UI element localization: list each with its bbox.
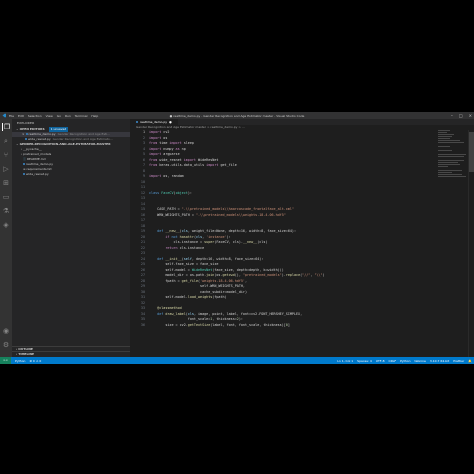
run-debug-icon[interactable]: ▷ [2,165,10,173]
testing-icon[interactable]: ⚗ [2,207,10,215]
close-icon[interactable]: × [469,113,472,118]
menu-help[interactable]: Help [89,114,100,118]
python-file-icon [25,133,28,135]
python-file-icon [23,173,25,175]
code-text: size = cv2.getTextSize(label, font, font… [149,322,290,327]
editor-scrollbar[interactable] [468,130,474,357]
remote-explorer-icon[interactable]: ▭ [2,193,10,201]
python-file-icon [136,121,138,123]
extensions-icon[interactable]: ⊞ [2,179,10,187]
account-icon[interactable]: ◉ [2,327,10,335]
source-control-icon[interactable]: ⑂ [2,151,10,159]
status-encoding[interactable]: UTF-8 [376,359,385,363]
menu-bar: File Edit Selection View Go Run Terminal… [7,114,100,118]
file-item[interactable]: wide_resnet.py [12,172,130,177]
code-text: return cls.instance [165,245,205,250]
menu-edit[interactable]: Edit [16,114,26,118]
code-editor[interactable]: 1 import cv2 2 import os 3 from time import s… [130,130,430,357]
status-interpreter[interactable]: 3.10.7 64-bit [430,359,449,363]
status-cursor-position[interactable]: Ln 1, Col 1 [337,359,353,363]
close-icon[interactable]: × [22,132,25,136]
activity-bar: ❐ ⌕ ⑂ ▷ ⊞ ▭ ⚗ ◈ ◉ ⚙ [0,119,12,357]
python-file-icon [25,138,27,140]
menu-terminal[interactable]: Terminal [73,114,90,118]
menu-selection[interactable]: Selection [26,114,44,118]
gear-icon[interactable]: ⚙ [2,341,10,349]
status-language[interactable]: Python [400,359,410,363]
explorer-icon[interactable]: ❐ [2,123,11,131]
status-prettier[interactable]: Prettier [453,359,464,363]
title-bar: File Edit Selection View Go Run Terminal… [0,112,474,119]
maximize-icon[interactable]: □ [459,113,463,118]
status-eol[interactable]: CRLF [389,359,397,363]
code-text: self.model.load_weights(fpath) [149,295,227,299]
code-text: import os, random [149,174,184,178]
remote-indicator[interactable]: >< [0,357,12,364]
line-number: 36 [140,322,145,327]
menu-file[interactable]: File [7,114,16,118]
search-icon[interactable]: ⌕ [2,137,10,145]
explorer-sidebar: EXPLORER ⌄ OPEN EDITORS 1 unsaved × realti… [12,119,134,357]
editor-area: realtime_demo.py ● Gender Recognition an… [130,119,474,357]
code-text: WRN_WEIGHTS_PATH = ".\\pretrained_models… [149,212,286,217]
status-tabnine[interactable]: tabnine [414,359,425,363]
minimize-icon[interactable]: – [451,113,453,118]
explorer-header: EXPLORER [17,121,35,125]
menu-run[interactable]: Run [63,114,73,118]
minimap[interactable] [438,130,468,190]
status-python[interactable]: Python [15,359,25,363]
code-text: from keras.utils.data_utils import get_f… [149,163,237,167]
python-file-icon [23,163,25,165]
docker-icon[interactable]: ◈ [2,221,10,229]
code-text: class FaceCV(object): [149,190,192,195]
scrollbar-thumb[interactable] [469,132,474,172]
status-bar: >< Python ⊗ 0 ⚠ 0 Ln 1, Col 1 Spaces: 4 … [0,357,474,364]
bell-icon[interactable]: 🔔 [468,359,472,363]
menu-view[interactable]: View [44,114,55,118]
vscode-window: File Edit Selection View Go Run Terminal… [0,112,474,364]
window-controls: – □ × [451,113,472,118]
code-line[interactable]: 36 size = cv2.getTextSize(label, font, f… [130,323,430,329]
status-indentation[interactable]: Spaces: 4 [357,359,372,363]
status-problems[interactable]: ⊗ 0 ⚠ 0 [29,359,41,363]
menu-go[interactable]: Go [55,114,63,118]
